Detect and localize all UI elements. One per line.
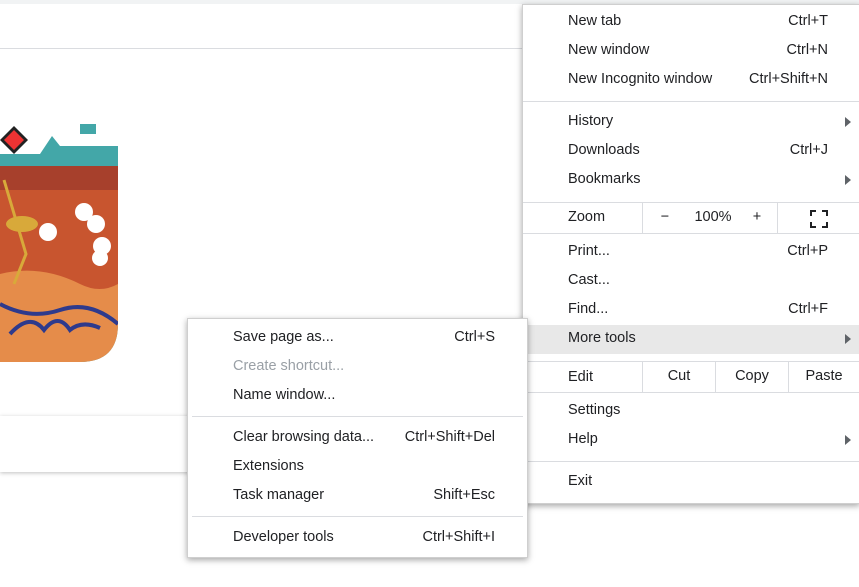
zoom-in-button[interactable]: + [745, 209, 769, 225]
menu-item-new-tab[interactable]: New tab Ctrl+T [523, 8, 859, 37]
menu-item-create-shortcut[interactable]: Create shortcut... [188, 353, 527, 382]
edit-row: Edit Cut Copy Paste [523, 362, 859, 392]
menu-item-task-manager[interactable]: Task manager Shift+Esc [188, 482, 527, 511]
submenu-arrow-icon [845, 117, 851, 127]
shortcut-label: Ctrl+P [787, 243, 828, 259]
paste-button[interactable]: Paste [788, 362, 859, 392]
more-tools-submenu: Save page as... Ctrl+S Create shortcut..… [187, 318, 528, 558]
menu-item-name-window[interactable]: Name window... [188, 382, 527, 411]
menu-item-label: Save page as... [233, 329, 334, 345]
menu-separator [523, 233, 859, 234]
menu-item-extensions[interactable]: Extensions [188, 453, 527, 482]
menu-item-label: Find... [568, 301, 609, 317]
shortcut-label: Ctrl+N [786, 42, 829, 58]
menu-item-exit[interactable]: Exit [523, 468, 859, 497]
menu-item-label: Bookmarks [568, 171, 641, 187]
zoom-label: Zoom [568, 209, 606, 225]
menu-item-label: Downloads [568, 142, 640, 158]
copy-button[interactable]: Copy [715, 362, 788, 392]
menu-item-label: New Incognito window [568, 71, 713, 87]
menu-item-save-page-as[interactable]: Save page as... Ctrl+S [188, 324, 527, 353]
menu-item-label: Create shortcut... [233, 358, 345, 374]
zoom-level: 100% [694, 209, 732, 225]
menu-item-label: Cast... [568, 272, 610, 288]
menu-separator [523, 461, 859, 462]
menu-item-label: Help [568, 431, 598, 447]
menu-item-cast[interactable]: Cast... [523, 267, 859, 296]
menu-separator [523, 101, 859, 102]
menu-item-new-window[interactable]: New window Ctrl+N [523, 37, 859, 66]
submenu-arrow-icon [845, 334, 851, 344]
shortcut-label: Shift+Esc [433, 487, 495, 503]
zoom-divider [777, 203, 778, 233]
shortcut-label: Ctrl+F [788, 301, 828, 317]
menu-item-label: More tools [568, 330, 636, 346]
page-card [0, 416, 200, 472]
menu-separator [192, 516, 523, 517]
menu-item-clear-browsing-data[interactable]: Clear browsing data... Ctrl+Shift+Del [188, 424, 527, 453]
menu-item-bookmarks[interactable]: Bookmarks [523, 166, 859, 195]
menu-item-label: Print... [568, 243, 610, 259]
edit-label: Edit [568, 369, 593, 385]
menu-item-label: New window [568, 42, 650, 58]
menu-item-label: New tab [568, 13, 622, 29]
menu-item-new-incognito-window[interactable]: New Incognito window Ctrl+Shift+N [523, 66, 859, 95]
fullscreen-icon[interactable] [810, 210, 828, 228]
menu-item-label: Settings [568, 402, 621, 418]
menu-item-label: Exit [568, 473, 593, 489]
menu-item-history[interactable]: History [523, 108, 859, 137]
cut-button[interactable]: Cut [642, 362, 715, 392]
menu-item-downloads[interactable]: Downloads Ctrl+J [523, 137, 859, 166]
menu-item-label: History [568, 113, 614, 129]
shortcut-label: Ctrl+Shift+I [422, 529, 495, 545]
shortcut-label: Ctrl+T [788, 13, 828, 29]
zoom-out-button[interactable]: − [653, 209, 677, 225]
menu-item-label: Task manager [233, 487, 325, 503]
menu-item-more-tools[interactable]: More tools [523, 325, 859, 354]
submenu-arrow-icon [845, 175, 851, 185]
menu-item-find[interactable]: Find... Ctrl+F [523, 296, 859, 325]
search-box-border [0, 48, 530, 49]
menu-item-label: Name window... [233, 387, 336, 403]
browser-main-menu: New tab Ctrl+T New window Ctrl+N New Inc… [522, 4, 859, 504]
shortcut-label: Ctrl+S [454, 329, 495, 345]
menu-separator [192, 416, 523, 417]
submenu-arrow-icon [845, 435, 851, 445]
doodle-image[interactable] [0, 124, 118, 364]
menu-item-label: Developer tools [233, 529, 334, 545]
zoom-divider [642, 203, 643, 233]
shortcut-label: Ctrl+Shift+N [749, 71, 828, 87]
shortcut-label: Ctrl+Shift+Del [404, 429, 495, 445]
shortcut-label: Ctrl+J [789, 142, 828, 158]
menu-item-help[interactable]: Help [523, 426, 859, 455]
menu-item-developer-tools[interactable]: Developer tools Ctrl+Shift+I [188, 524, 527, 553]
menu-item-label: Clear browsing data... [233, 429, 375, 445]
menu-separator [523, 392, 859, 393]
menu-item-label: Extensions [233, 458, 304, 474]
menu-item-print[interactable]: Print... Ctrl+P [523, 238, 859, 267]
zoom-row: Zoom − 100% + [523, 203, 859, 233]
menu-item-settings[interactable]: Settings [523, 397, 859, 426]
